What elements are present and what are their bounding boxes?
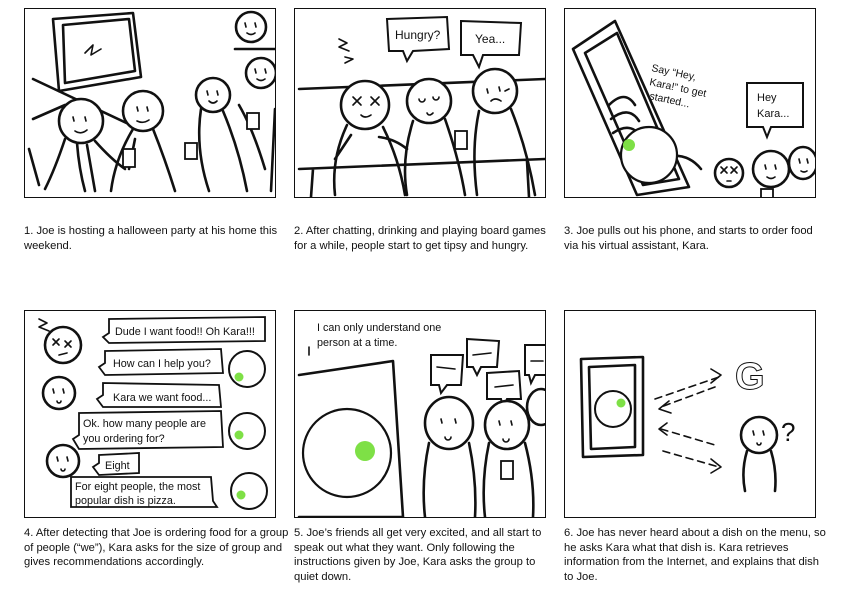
bubble-hey-2: Kara... — [757, 108, 789, 120]
panel-5-caption: 5. Joe’s friends all get very excited, a… — [294, 527, 542, 583]
bubble-pizza-1: For eight people, the most — [75, 481, 200, 493]
panel-2-caption: 2. After chatting, drinking and playing … — [294, 225, 546, 252]
panel-4-caption: 4. After detecting that Joe is ordering … — [24, 527, 289, 569]
panel-4-drawing: Dude I want food!! Oh Kara!!! How can I … — [38, 316, 268, 510]
bubble-eight: Eight — [105, 460, 130, 472]
kara-dot-device — [616, 398, 626, 408]
bubble-ok-2: you ordering for? — [83, 433, 165, 445]
panel-4: Dude I want food!! Oh Kara!!! How can I … — [24, 310, 276, 518]
bubble-yea: Yea... — [475, 32, 505, 46]
kara-dot-2 — [234, 430, 244, 440]
bubble-ok-1: Ok. how many people are — [83, 418, 206, 430]
panel-3: Say “Hey, Kara!” to get started... Hey K… — [564, 8, 816, 198]
panel-6-drawing: G ? — [579, 356, 795, 493]
kara-dot-3 — [236, 490, 246, 500]
kara-dot — [623, 139, 635, 151]
bubble-dude: Dude I want food!! Oh Kara!!! — [115, 326, 255, 338]
panel-3-drawing: Say “Hey, Kara!” to get started... Hey K… — [571, 19, 815, 197]
panel-6-caption: 6. Joe has never heard about a dish on t… — [564, 527, 826, 583]
kara-msg-1: I can only understand one — [317, 322, 441, 334]
panel-2: Hungry? Yea... — [294, 8, 546, 198]
bubble-hey-1: Hey — [757, 92, 777, 104]
panel-5-drawing: I can only understand one person at a ti… — [297, 322, 545, 517]
panel-5: I can only understand one person at a ti… — [294, 310, 546, 518]
question-mark: ? — [781, 417, 795, 447]
google-logo: G — [735, 356, 765, 398]
bubble-hungry: Hungry? — [395, 28, 441, 42]
panel-1-caption: 1. Joe is hosting a halloween party at h… — [24, 225, 278, 252]
bubble-want: Kara we want food... — [113, 392, 211, 404]
panel-2-drawing: Hungry? Yea... — [297, 15, 545, 197]
bubble-help: How can I help you? — [113, 358, 211, 370]
bubble-pizza-2: popular dish is pizza. — [75, 495, 176, 507]
panel-3-caption: 3. Joe pulls out his phone, and starts t… — [564, 225, 813, 252]
kara-msg-2: person at a time. — [317, 337, 397, 349]
panel-6: G ? — [564, 310, 816, 518]
kara-dot-1 — [234, 372, 244, 382]
panel-1 — [24, 8, 276, 198]
panel-1-drawing — [27, 10, 275, 193]
kara-dot-big — [355, 441, 375, 461]
